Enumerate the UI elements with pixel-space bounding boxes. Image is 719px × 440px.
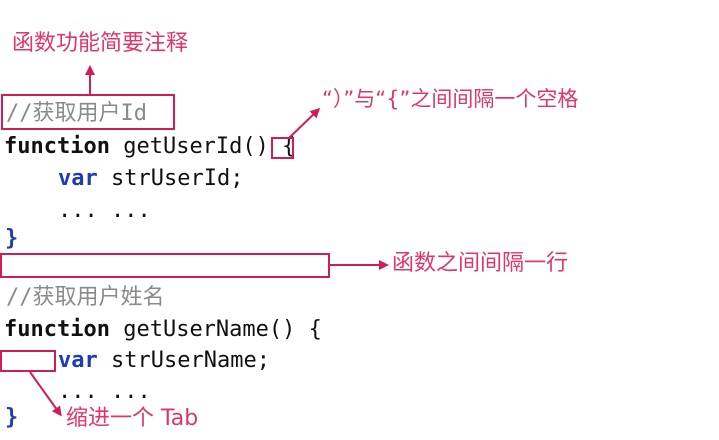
annotation-function-comment: 函数功能简要注释 (12, 31, 189, 56)
code-keyword-function-1: function (4, 134, 110, 159)
code-signature-1: getUserId() { (109, 134, 296, 159)
annotation-function-gap: 函数之间间隔一行 (392, 251, 569, 276)
code-comment-2: //获取用户姓名 (6, 285, 165, 310)
highlight-box-blank-line (0, 253, 330, 278)
code-keyword-var-2: var (58, 348, 98, 373)
arrow-to-brace-spacing (289, 107, 321, 138)
code-signature-2: getUserName() { (109, 317, 322, 342)
code-ellipsis-2: ... ... (58, 379, 151, 404)
highlight-box-comment (1, 94, 175, 130)
code-ellipsis-1: ... ... (58, 198, 151, 223)
code-var-line-2: var strUserName; (58, 350, 270, 372)
code-function-line-1: function getUserId() { (4, 136, 295, 158)
highlight-box-space (271, 137, 294, 159)
code-keyword-function-2: function (4, 317, 110, 342)
arrow-to-indent (29, 371, 62, 417)
code-function-line-2: function getUserName() { (4, 319, 322, 341)
annotation-indent: 缩进一个 Tab (66, 406, 199, 431)
code-style-diagram: 函数功能简要注释 “）”与“{”之间间隔一个空格 //获取用户Id functi… (0, 0, 719, 440)
code-var-name-2: strUserName; (97, 348, 270, 373)
code-close-brace-2: } (5, 405, 19, 430)
code-var-name-1: strUserId; (97, 166, 244, 191)
code-var-line-1: var strUserId; (58, 168, 243, 190)
highlight-box-indent (0, 350, 56, 372)
code-keyword-var-1: var (58, 166, 98, 191)
annotation-brace-spacing: “）”与“{”之间间隔一个空格 (322, 87, 579, 111)
code-close-brace-1: } (5, 226, 19, 251)
